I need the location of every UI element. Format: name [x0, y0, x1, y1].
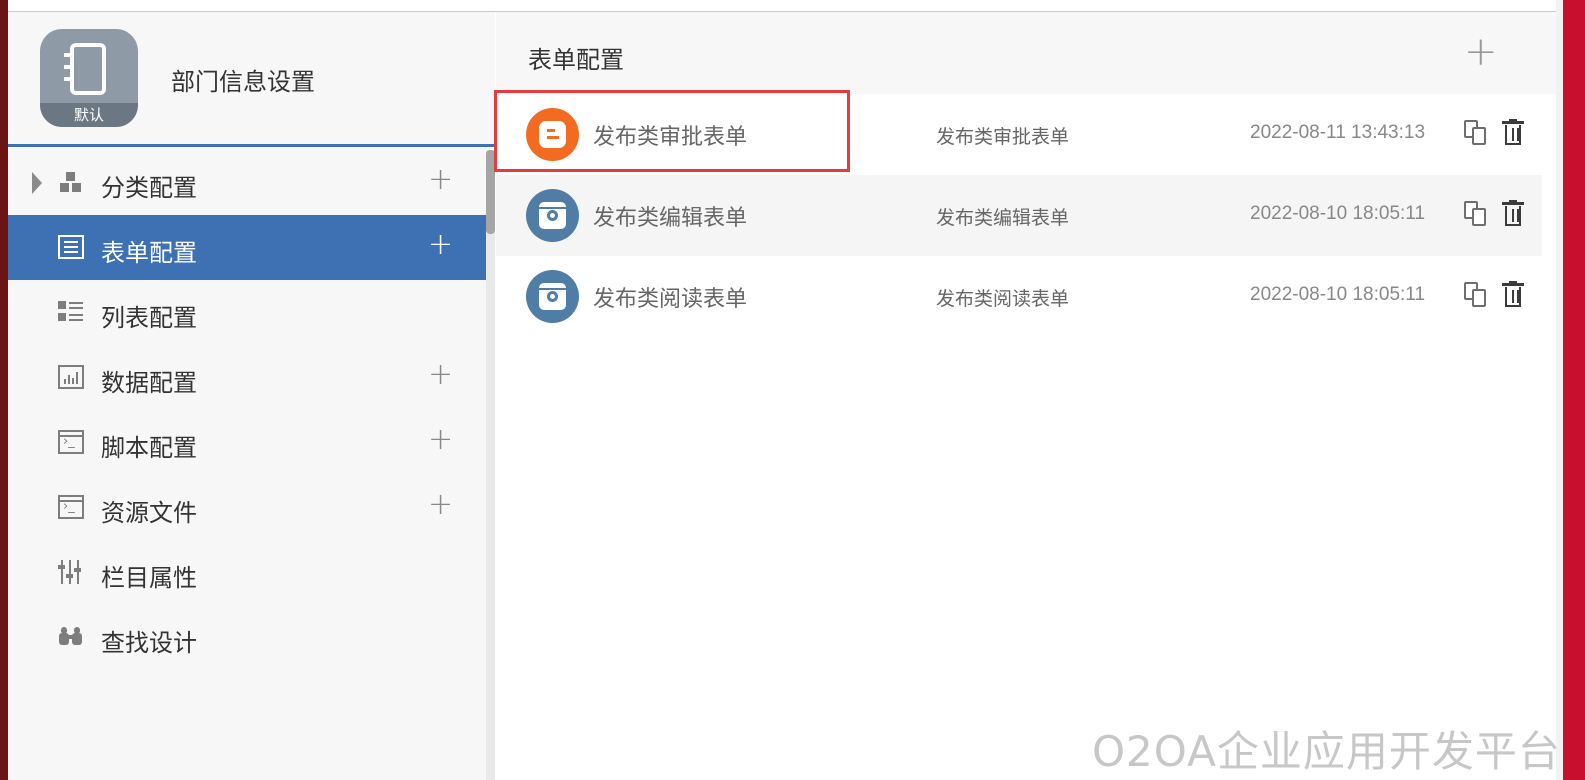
sidebar-item-list[interactable]: 列表配置: [8, 280, 486, 345]
app-title: 部门信息设置: [171, 68, 315, 96]
add-resource-button[interactable]: +: [428, 490, 453, 520]
form-updated-time: 2022-08-10 18:05:11: [1250, 203, 1426, 224]
sidebar-scrollbar[interactable]: [486, 150, 495, 780]
selection-highlight: [494, 90, 850, 172]
sidebar-item-search-design[interactable]: 查找设计: [8, 605, 486, 670]
category-icon: [58, 170, 84, 194]
sidebar: 默认 部门信息设置 分类配置 + 表单配置 + 列表配置 数据配置 + ›_ 脚…: [8, 12, 495, 780]
form-updated-time: 2022-08-10 18:05:11: [1250, 284, 1426, 305]
trash-icon[interactable]: [1502, 281, 1524, 308]
expand-caret-icon[interactable]: [32, 172, 42, 194]
form-row[interactable]: 发布类阅读表单 发布类阅读表单 2022-08-10 18:05:11: [496, 256, 1542, 337]
sidebar-item-form[interactable]: 表单配置 +: [8, 215, 486, 280]
sidebar-item-label: 数据配置: [101, 369, 197, 397]
form-updated-time: 2022-08-11 13:43:13: [1250, 122, 1426, 143]
copy-icon[interactable]: [1464, 201, 1488, 227]
form-row[interactable]: 发布类编辑表单 发布类编辑表单 2022-08-10 18:05:11: [496, 175, 1542, 256]
add-category-button[interactable]: +: [428, 165, 453, 195]
sidebar-item-label: 表单配置: [101, 239, 197, 267]
sidebar-item-label: 查找设计: [101, 629, 197, 657]
sidebar-nav: 分类配置 + 表单配置 + 列表配置 数据配置 + ›_ 脚本配置 + ›_ 资…: [8, 150, 486, 670]
sidebar-item-resource[interactable]: 资源文件 +: [8, 475, 486, 540]
form-alias: 发布类审批表单: [936, 126, 1070, 148]
camera-icon: [526, 270, 579, 323]
form-alias: 发布类阅读表单: [936, 288, 1070, 310]
page-title: 表单配置: [528, 46, 624, 74]
app-icon-badge: 默认: [40, 103, 138, 127]
add-form-button[interactable]: +: [1464, 32, 1498, 72]
form-alias: 发布类编辑表单: [936, 207, 1070, 229]
main-header: 表单配置 +: [496, 12, 1556, 94]
copy-icon[interactable]: [1464, 120, 1488, 146]
add-script-button[interactable]: +: [428, 425, 453, 455]
list-icon: [58, 300, 84, 324]
window-right-edge: [1556, 0, 1585, 780]
app-header: 默认 部门信息设置: [8, 12, 495, 147]
add-form-button[interactable]: +: [428, 230, 453, 260]
binoculars-icon: [58, 625, 84, 649]
watermark: O2OA企业应用开发平台: [1092, 727, 1561, 776]
sidebar-item-label: 栏目属性: [101, 564, 197, 592]
sidebar-item-data[interactable]: 数据配置 +: [8, 345, 486, 410]
form-name: 发布类编辑表单: [593, 206, 748, 231]
notebook-icon: 默认: [40, 29, 138, 127]
form-icon: [58, 235, 84, 259]
trash-icon[interactable]: [1502, 200, 1524, 227]
copy-icon[interactable]: [1464, 282, 1488, 308]
script-icon: [58, 430, 84, 454]
sidebar-item-label: 分类配置: [101, 174, 197, 202]
sidebar-item-label: 列表配置: [101, 304, 197, 332]
sidebar-item-column-properties[interactable]: 栏目属性: [8, 540, 486, 605]
sidebar-item-script[interactable]: 脚本配置 +: [8, 410, 486, 475]
data-chart-icon: [58, 365, 84, 389]
sidebar-item-label: 脚本配置: [101, 434, 197, 462]
resource-icon: [58, 495, 84, 519]
window-left-edge: [0, 0, 8, 780]
column-settings-icon: [58, 560, 84, 584]
form-name: 发布类阅读表单: [593, 287, 748, 312]
sidebar-item-category[interactable]: 分类配置 +: [8, 150, 486, 215]
trash-icon[interactable]: [1502, 119, 1524, 146]
camera-icon: [526, 189, 579, 242]
add-data-button[interactable]: +: [428, 360, 453, 390]
window-top-border: [0, 0, 1585, 12]
sidebar-item-label: 资源文件: [101, 499, 197, 527]
